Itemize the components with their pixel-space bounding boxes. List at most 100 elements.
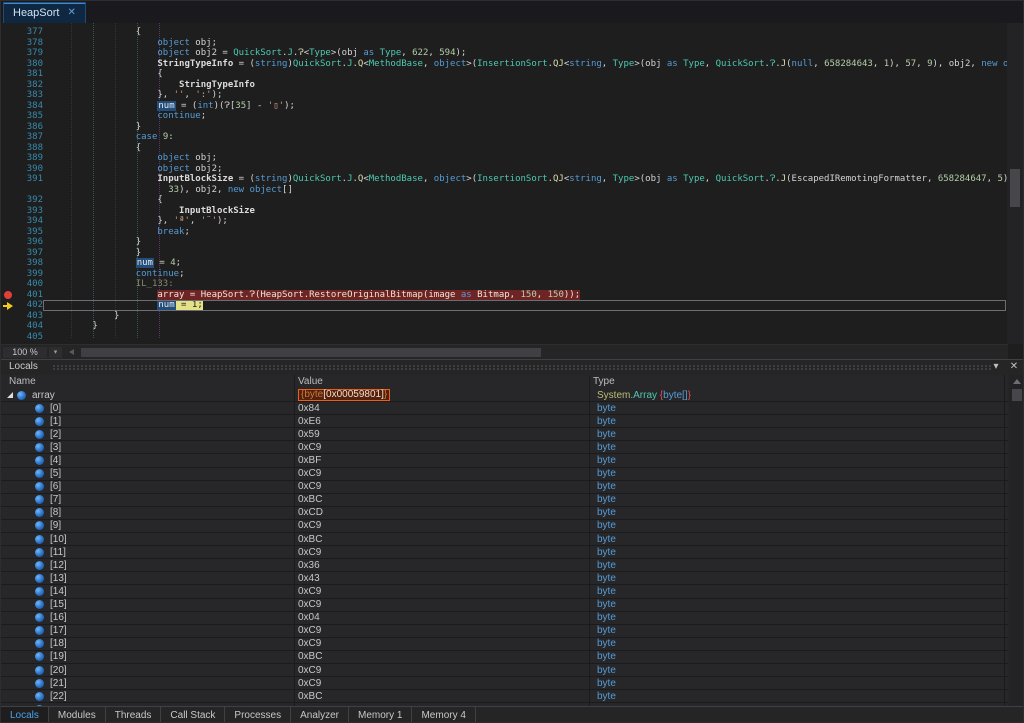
locals-row[interactable]: [14]0xC9byte bbox=[1, 585, 1008, 598]
panel-tab-memory-4[interactable]: Memory 4 bbox=[412, 707, 475, 723]
locals-row[interactable]: [0]0x84byte bbox=[1, 402, 1008, 415]
breakpoint-margin[interactable] bbox=[1, 80, 17, 91]
locals-vertical-scrollbar[interactable] bbox=[1009, 375, 1024, 707]
breakpoint-margin[interactable] bbox=[1, 132, 17, 143]
code-area[interactable]: 377 {378 object obj;379 object obj2 = Qu… bbox=[1, 27, 1008, 342]
code-line[interactable]: 378 object obj; bbox=[1, 38, 1008, 49]
code-line[interactable]: 387 case 9: bbox=[1, 132, 1008, 143]
breakpoint-margin[interactable] bbox=[1, 90, 17, 101]
locals-row[interactable]: [21]0xC9byte bbox=[1, 677, 1008, 690]
breakpoint-margin[interactable] bbox=[1, 185, 17, 196]
locals-row[interactable]: [5]0xC9byte bbox=[1, 468, 1008, 481]
panel-close-icon[interactable]: ✕ bbox=[1007, 361, 1021, 372]
breakpoint-margin[interactable] bbox=[1, 195, 17, 206]
code-line[interactable]: 395 break; bbox=[1, 227, 1008, 238]
code-line[interactable]: 393 InputBlockSize bbox=[1, 206, 1008, 217]
editor-horizontal-scrollbar[interactable]: 100 % ▾ bbox=[1, 344, 1008, 360]
variable-value[interactable]: 0xC9 bbox=[294, 520, 593, 531]
column-header-value[interactable]: Value bbox=[298, 376, 323, 387]
variable-value[interactable]: 0xBC bbox=[294, 651, 593, 662]
panel-tab-threads[interactable]: Threads bbox=[106, 707, 162, 723]
variable-value[interactable]: 0xC9 bbox=[294, 638, 593, 649]
code-editor[interactable]: 377 {378 object obj;379 object obj2 = Qu… bbox=[1, 23, 1008, 344]
locals-row[interactable]: [11]0xC9byte bbox=[1, 546, 1008, 559]
locals-row[interactable]: [6]0xC9byte bbox=[1, 481, 1008, 494]
panel-tab-memory-1[interactable]: Memory 1 bbox=[349, 707, 412, 723]
tab-heapsort[interactable]: HeapSort ✕ bbox=[3, 2, 86, 23]
breakpoint-margin[interactable] bbox=[1, 216, 17, 227]
code-line[interactable]: 388 { bbox=[1, 143, 1008, 154]
code-line[interactable]: 403 } bbox=[1, 311, 1008, 322]
breakpoint-margin[interactable] bbox=[1, 332, 17, 343]
code-line[interactable]: 390 object obj2; bbox=[1, 164, 1008, 175]
breakpoint-margin[interactable] bbox=[1, 248, 17, 259]
window-menu-icon[interactable]: ▾ bbox=[989, 361, 1003, 372]
variable-value[interactable]: 0xBC bbox=[294, 534, 593, 545]
panel-tab-processes[interactable]: Processes bbox=[225, 707, 291, 723]
editor-scrollbar-thumb[interactable] bbox=[1010, 169, 1020, 207]
breakpoint-margin[interactable] bbox=[1, 321, 17, 332]
tab-close-icon[interactable]: ✕ bbox=[67, 8, 75, 18]
variable-value[interactable]: 0x04 bbox=[294, 612, 593, 623]
code-line[interactable]: 384 num = (int)(Ɂ[35] - '▯'); bbox=[1, 101, 1008, 112]
variable-value[interactable]: 0x59 bbox=[294, 429, 593, 440]
locals-column-headers[interactable]: Name Value Type bbox=[1, 375, 1008, 390]
expander-icon[interactable] bbox=[7, 392, 13, 398]
locals-row[interactable]: [17]0xC9byte bbox=[1, 625, 1008, 638]
variable-value[interactable]: 0xBC bbox=[294, 691, 593, 702]
variable-value[interactable]: 0xC9 bbox=[294, 665, 593, 676]
code-line[interactable]: 377 { bbox=[1, 27, 1008, 38]
locals-row[interactable]: [15]0xC9byte bbox=[1, 599, 1008, 612]
variable-value[interactable]: 0xC9 bbox=[294, 547, 593, 558]
column-separator[interactable] bbox=[589, 375, 590, 707]
locals-row[interactable]: [20]0xC9byte bbox=[1, 664, 1008, 677]
hscrollbar-thumb[interactable] bbox=[81, 348, 541, 357]
breakpoint-margin[interactable] bbox=[1, 206, 17, 217]
variable-value[interactable]: {byte[0x00059801]} bbox=[294, 389, 593, 401]
breakpoint-margin[interactable] bbox=[1, 258, 17, 269]
variable-value[interactable]: 0x36 bbox=[294, 560, 593, 571]
code-line[interactable]: 396 } bbox=[1, 237, 1008, 248]
locals-row[interactable]: [19]0xBCbyte bbox=[1, 651, 1008, 664]
breakpoint-margin[interactable] bbox=[1, 153, 17, 164]
code-line[interactable]: 381 { bbox=[1, 69, 1008, 80]
breakpoint-margin[interactable] bbox=[1, 237, 17, 248]
code-line[interactable]: 33), obj2, new object[] bbox=[1, 185, 1008, 196]
panel-tab-analyzer[interactable]: Analyzer bbox=[291, 707, 349, 723]
scroll-up-arrow-icon[interactable] bbox=[1013, 379, 1021, 384]
code-line[interactable]: 394 }, 'ª', '¨'); bbox=[1, 216, 1008, 227]
locals-row[interactable]: [7]0xBCbyte bbox=[1, 494, 1008, 507]
breakpoint-margin[interactable] bbox=[1, 38, 17, 49]
locals-row[interactable]: [3]0xC9byte bbox=[1, 441, 1008, 454]
code-line[interactable]: 401 array = HeapSort.Ɂ(HeapSort.RestoreO… bbox=[1, 290, 1008, 301]
column-header-type[interactable]: Type bbox=[593, 376, 615, 387]
locals-row[interactable]: [2]0x59byte bbox=[1, 428, 1008, 441]
code-line[interactable]: 383 }, '', ':'); bbox=[1, 90, 1008, 101]
breakpoint-margin[interactable] bbox=[1, 69, 17, 80]
code-line[interactable]: 397 } bbox=[1, 248, 1008, 259]
locals-row[interactable]: [18]0xC9byte bbox=[1, 638, 1008, 651]
locals-rows[interactable]: array{byte[0x00059801]}System.Array {byt… bbox=[1, 389, 1008, 707]
code-line[interactable]: 402 num = 1; bbox=[1, 300, 1008, 311]
locals-row[interactable]: [16]0x04byte bbox=[1, 612, 1008, 625]
variable-value[interactable]: 0xBF bbox=[294, 455, 593, 466]
code-line[interactable]: 380 StringTypeInfo = (string)QuickSort.Ј… bbox=[1, 59, 1008, 70]
locals-row[interactable]: [10]0xBCbyte bbox=[1, 533, 1008, 546]
variable-value[interactable]: 0xBC bbox=[294, 494, 593, 505]
breakpoint-margin[interactable] bbox=[1, 174, 17, 185]
panel-tab-modules[interactable]: Modules bbox=[49, 707, 106, 723]
code-line[interactable]: 405 bbox=[1, 332, 1008, 343]
code-line[interactable]: 391 InputBlockSize = (string)QuickSort.Ј… bbox=[1, 174, 1008, 185]
locals-row[interactable]: [12]0x36byte bbox=[1, 559, 1008, 572]
zoom-dropdown-icon[interactable]: ▾ bbox=[49, 347, 62, 358]
locals-row[interactable]: [4]0xBFbyte bbox=[1, 454, 1008, 467]
breakpoint-margin[interactable] bbox=[1, 143, 17, 154]
column-header-name[interactable]: Name bbox=[9, 376, 36, 387]
code-line[interactable]: 385 continue; bbox=[1, 111, 1008, 122]
code-line[interactable]: 399 continue; bbox=[1, 269, 1008, 280]
locals-row[interactable]: [9]0xC9byte bbox=[1, 520, 1008, 533]
code-line[interactable]: 379 object obj2 = QuickSort.Ј.Ɂ<Type>(ob… bbox=[1, 48, 1008, 59]
locals-row[interactable]: [1]0xE6byte bbox=[1, 415, 1008, 428]
breakpoint-margin[interactable] bbox=[1, 227, 17, 238]
breakpoint-icon[interactable] bbox=[1, 290, 17, 301]
